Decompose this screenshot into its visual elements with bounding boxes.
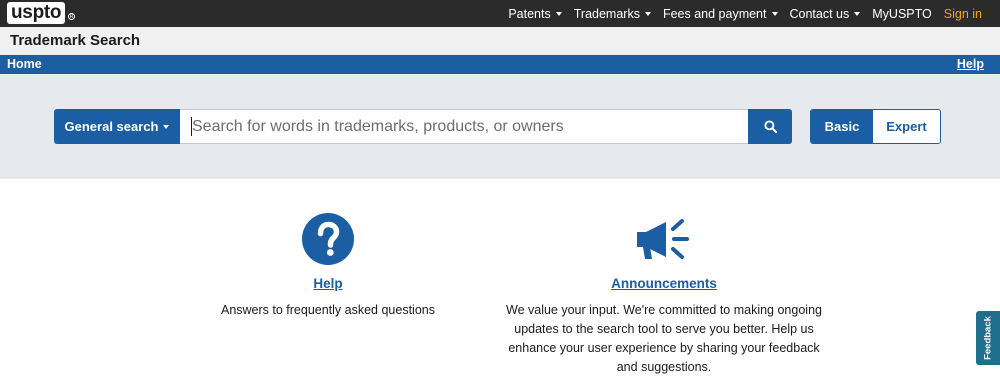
search-section: General search Basic Expert bbox=[0, 74, 1000, 179]
nav-patents-label: Patents bbox=[508, 6, 551, 21]
announcements-card: Announcements We value your input. We're… bbox=[503, 210, 825, 377]
megaphone-icon bbox=[637, 219, 689, 259]
basic-mode-button[interactable]: Basic bbox=[811, 110, 873, 143]
search-input[interactable] bbox=[180, 109, 748, 144]
help-card-link[interactable]: Help bbox=[313, 276, 342, 291]
sign-in-link[interactable]: Sign in bbox=[944, 7, 982, 21]
search-type-dropdown[interactable]: General search bbox=[54, 109, 180, 144]
chevron-down-icon bbox=[644, 11, 651, 16]
nav-myuspto[interactable]: MyUSPTO bbox=[872, 7, 932, 21]
search-mode-toggle: Basic Expert bbox=[810, 109, 941, 144]
uspto-logo[interactable]: uspto bbox=[7, 2, 66, 24]
nav-contact-label: Contact us bbox=[789, 6, 850, 21]
nav-contact-us[interactable]: Contact us bbox=[790, 7, 861, 21]
nav-myuspto-label: MyUSPTO bbox=[872, 6, 932, 21]
chevron-down-icon bbox=[163, 124, 170, 129]
breadcrumb-bar: Home Help bbox=[0, 55, 1000, 74]
registered-mark-icon: R bbox=[68, 13, 75, 20]
help-card-description: Answers to frequently asked questions bbox=[220, 303, 435, 317]
feedback-label: Feedback bbox=[982, 316, 994, 360]
chevron-down-icon bbox=[854, 11, 861, 16]
top-nav: Patents Trademarks Fees and payment Cont… bbox=[508, 0, 982, 27]
text-cursor bbox=[191, 117, 192, 136]
help-link[interactable]: Help bbox=[957, 57, 984, 71]
announcements-card-description: We value your input. We're committed to … bbox=[506, 303, 822, 374]
nav-fees-label: Fees and payment bbox=[662, 6, 767, 21]
announcements-card-link[interactable]: Announcements bbox=[611, 276, 717, 291]
help-card: Help Answers to frequently asked questio… bbox=[218, 210, 438, 320]
search-icon bbox=[763, 120, 777, 133]
nav-fees-and-payment[interactable]: Fees and payment bbox=[663, 7, 778, 21]
top-bar: uspto R Patents Trademarks Fees and paym… bbox=[0, 0, 1000, 27]
chevron-down-icon bbox=[771, 11, 778, 16]
search-type-label: General search bbox=[64, 119, 159, 134]
nav-trademarks[interactable]: Trademarks bbox=[574, 7, 651, 21]
home-link[interactable]: Home bbox=[7, 57, 42, 71]
search-button[interactable] bbox=[748, 109, 792, 144]
question-circle-icon bbox=[302, 213, 354, 265]
page-title: Trademark Search bbox=[10, 32, 141, 49]
chevron-down-icon bbox=[555, 11, 562, 16]
expert-mode-button[interactable]: Expert bbox=[873, 110, 940, 143]
title-bar: Trademark Search bbox=[0, 27, 1000, 55]
nav-trademarks-label: Trademarks bbox=[573, 6, 640, 21]
feedback-tab[interactable]: Feedback bbox=[976, 311, 1000, 365]
nav-patents[interactable]: Patents bbox=[508, 6, 562, 21]
